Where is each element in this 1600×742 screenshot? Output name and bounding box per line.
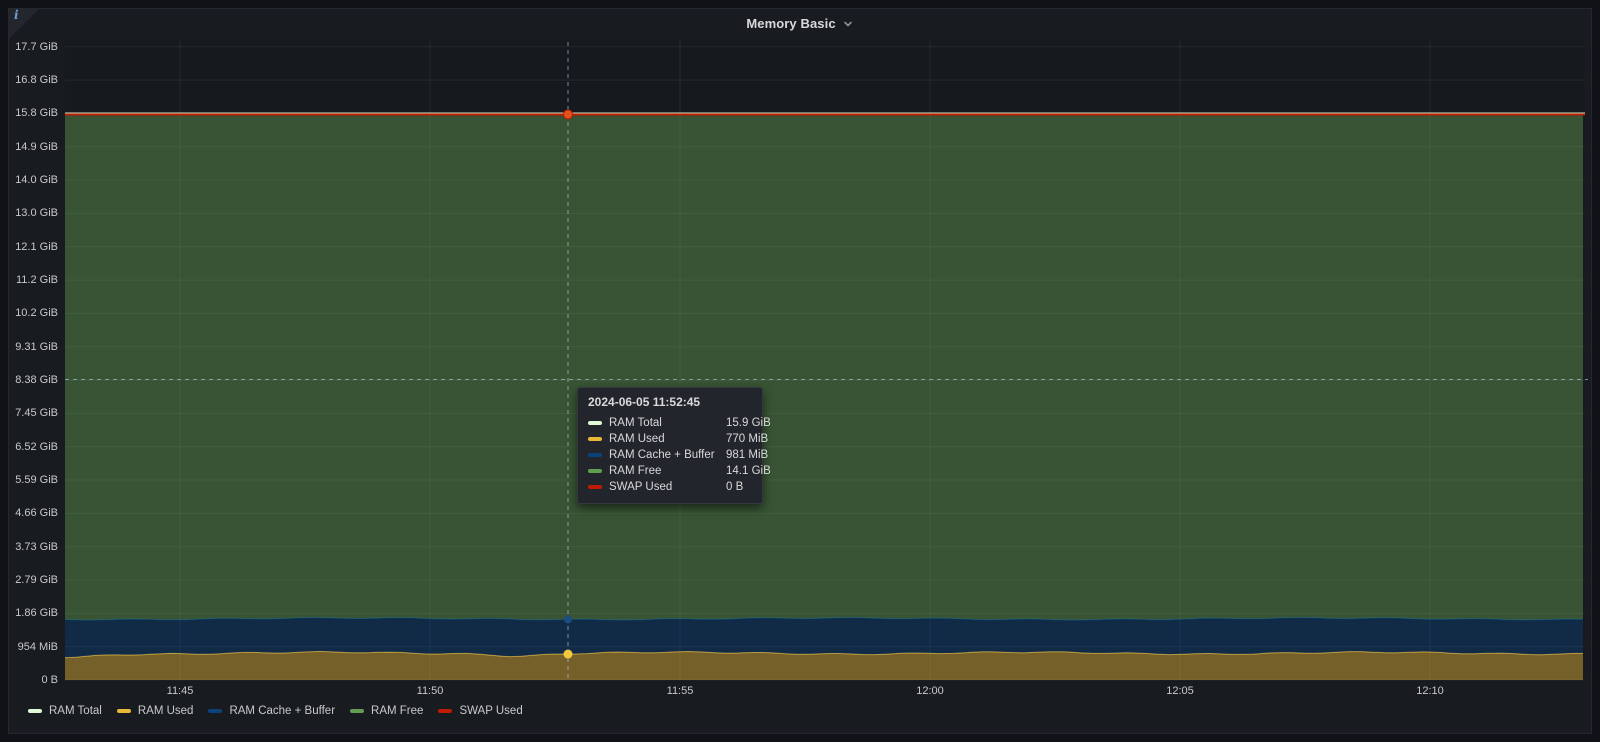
legend-swatch (28, 709, 42, 713)
series-ram-used-area (65, 652, 1583, 681)
y-axis-tick-label: 5.59 GiB (0, 473, 58, 487)
legend-item-ram-cache-buffer[interactable]: RAM Cache + Buffer (208, 705, 335, 717)
tooltip-series-value: 0 B (726, 481, 752, 493)
chart-legend: RAM Total RAM Used RAM Cache + Buffer RAM F… (28, 702, 523, 720)
y-axis-tick-label: 15.8 GiB (0, 106, 58, 120)
legend-item-ram-used[interactable]: RAM Used (117, 705, 194, 717)
x-axis-tick-label: 12:05 (1150, 684, 1210, 698)
tooltip-row: RAM Used770 MiB (588, 431, 752, 447)
tooltip-series-name: RAM Free (609, 465, 719, 477)
y-axis-tick-label: 6.52 GiB (0, 440, 58, 454)
legend-item-ram-free[interactable]: RAM Free (350, 705, 423, 717)
y-axis-tick-label: 11.2 GiB (0, 273, 58, 287)
legend-swatch (438, 709, 452, 713)
memory-chart-canvas[interactable] (65, 40, 1588, 682)
series-ram-free-area (65, 115, 1583, 621)
y-axis-tick-label: 8.38 GiB (0, 373, 58, 387)
tooltip-series-value: 14.1 GiB (726, 465, 771, 477)
x-axis-tick-label: 11:55 (650, 684, 710, 698)
y-axis-tick-label: 16.8 GiB (0, 73, 58, 87)
y-axis-tick-label: 4.66 GiB (0, 506, 58, 520)
tooltip-row: RAM Total15.9 GiB (588, 415, 752, 431)
legend-swatch (208, 709, 222, 713)
tooltip-series-name: SWAP Used (609, 481, 719, 493)
tooltip-swatch (588, 421, 602, 425)
tooltip-series-name: RAM Cache + Buffer (609, 449, 719, 461)
legend-label: RAM Used (138, 705, 194, 717)
y-axis-tick-label: 1.86 GiB (0, 606, 58, 620)
chart-tooltip: 2024-06-05 11:52:45 RAM Total15.9 GiBRAM… (577, 387, 763, 504)
y-axis-tick-label: 3.73 GiB (0, 540, 58, 554)
legend-label: RAM Free (371, 705, 423, 717)
x-axis-tick-label: 11:45 (150, 684, 210, 698)
y-axis-tick-label: 2.79 GiB (0, 573, 58, 587)
tooltip-timestamp: 2024-06-05 11:52:45 (588, 395, 752, 409)
chevron-down-icon (842, 18, 854, 30)
tooltip-series-value: 770 MiB (726, 433, 768, 445)
tooltip-row: RAM Free14.1 GiB (588, 463, 752, 479)
y-axis-tick-label: 12.1 GiB (0, 240, 58, 254)
tooltip-swatch (588, 437, 602, 441)
x-axis-tick-label: 12:10 (1400, 684, 1460, 698)
highlight-dot-ram-used (564, 650, 573, 659)
highlight-dot-ram-cache (564, 615, 572, 623)
panel-title[interactable]: Memory Basic (746, 16, 835, 31)
legend-label: RAM Cache + Buffer (229, 705, 335, 717)
legend-label: SWAP Used (459, 705, 522, 717)
legend-label: RAM Total (49, 705, 102, 717)
y-axis-tick-label: 13.0 GiB (0, 206, 58, 220)
tooltip-swatch (588, 453, 602, 457)
tooltip-series-value: 981 MiB (726, 449, 768, 461)
legend-item-ram-total[interactable]: RAM Total (28, 705, 102, 717)
y-axis-tick-label: 14.0 GiB (0, 173, 58, 187)
series-ram-cache-buffer-area (65, 618, 1583, 658)
y-axis-tick-label: 0 B (0, 673, 58, 687)
y-axis-tick-label: 7.45 GiB (0, 406, 58, 420)
tooltip-swatch (588, 469, 602, 473)
tooltip-series-value: 15.9 GiB (726, 417, 771, 429)
y-axis-tick-label: 9.31 GiB (0, 340, 58, 354)
y-axis-tick-label: 10.2 GiB (0, 306, 58, 320)
grafana-panel-stage: i Memory Basic 0 B954 MiB1.86 GiB2.79 Gi… (0, 0, 1600, 742)
tooltip-series-name: RAM Total (609, 417, 719, 429)
tooltip-row: SWAP Used 0 B (588, 479, 752, 495)
y-axis-tick-label: 954 MiB (0, 640, 58, 654)
x-axis-tick-label: 12:00 (900, 684, 960, 698)
tooltip-rows: RAM Total15.9 GiBRAM Used770 MiBRAM Cach… (588, 415, 752, 495)
legend-swatch (117, 709, 131, 713)
y-axis-tick-label: 17.7 GiB (0, 40, 58, 54)
highlight-dot-swap-used (564, 110, 573, 119)
legend-swatch (350, 709, 364, 713)
x-axis-tick-label: 11:50 (400, 684, 460, 698)
legend-item-swap-used[interactable]: SWAP Used (438, 705, 522, 717)
tooltip-row: RAM Cache + Buffer981 MiB (588, 447, 752, 463)
panel-title-bar[interactable]: Memory Basic (8, 8, 1592, 38)
tooltip-series-name: RAM Used (609, 433, 719, 445)
tooltip-swatch (588, 485, 602, 489)
y-axis-tick-label: 14.9 GiB (0, 140, 58, 154)
